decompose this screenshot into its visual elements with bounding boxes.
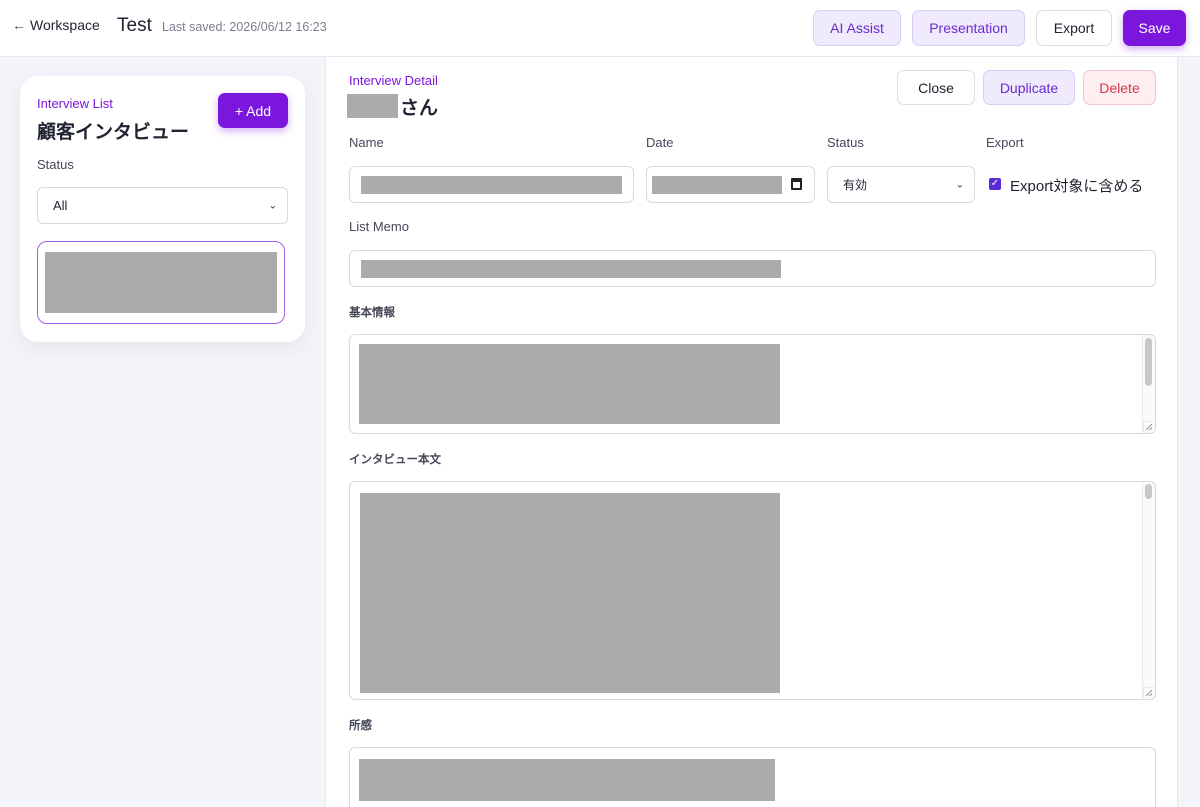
list-memo-label: List Memo xyxy=(349,219,409,234)
interview-list-eyebrow: Interview List xyxy=(37,96,113,111)
status-filter-value: All xyxy=(53,198,68,213)
date-input[interactable] xyxy=(646,166,815,203)
redacted-block xyxy=(361,260,781,278)
resize-handle-icon[interactable] xyxy=(1143,421,1154,432)
status-select-value: 有効 xyxy=(843,178,868,192)
back-to-workspace-link[interactable]: ← Workspace xyxy=(12,17,100,33)
interview-body-textarea[interactable] xyxy=(349,481,1156,700)
interview-body-label: インタビュー本文 xyxy=(349,454,441,466)
name-input[interactable] xyxy=(349,166,634,203)
top-bar: ← Workspace Test Last saved: 2026/06/12 1… xyxy=(0,0,1200,57)
last-saved-status: Last saved: 2026/06/12 16:23 xyxy=(162,20,327,34)
redacted-block xyxy=(45,252,277,313)
scrollbar-thumb[interactable] xyxy=(1145,484,1152,499)
calendar-icon[interactable] xyxy=(791,178,802,190)
interview-detail-panel: Interview Detail さん Close Duplicate Dele… xyxy=(325,57,1178,807)
document-title: Test xyxy=(117,15,152,36)
status-select[interactable]: 有効 ⌄ xyxy=(827,166,975,203)
interviewee-name-heading: さん xyxy=(347,94,439,119)
export-checkbox[interactable]: ✓ xyxy=(989,178,1001,190)
chevron-down-icon: ⌄ xyxy=(955,179,964,190)
redacted-block xyxy=(361,176,622,194)
name-field-label: Name xyxy=(349,135,384,150)
close-button[interactable]: Close xyxy=(897,70,975,105)
impressions-label: 所感 xyxy=(349,720,372,732)
status-field-label: Status xyxy=(827,135,864,150)
scrollbar-thumb[interactable] xyxy=(1145,338,1152,386)
redacted-block xyxy=(359,759,775,801)
redacted-block xyxy=(652,176,782,194)
date-field-label: Date xyxy=(646,135,674,150)
scrollbar[interactable] xyxy=(1142,335,1155,433)
interview-list-title: 顧客インタビュー xyxy=(37,122,190,143)
duplicate-button[interactable]: Duplicate xyxy=(983,70,1075,105)
back-link-label: Workspace xyxy=(30,17,100,33)
presentation-button[interactable]: Presentation xyxy=(912,10,1025,46)
interview-detail-eyebrow: Interview Detail xyxy=(349,73,438,88)
export-field-label: Export xyxy=(986,135,1024,150)
delete-button[interactable]: Delete xyxy=(1083,70,1156,105)
export-checkbox-label: Export対象に含める xyxy=(1010,178,1144,195)
impressions-textarea[interactable] xyxy=(349,747,1156,807)
status-filter-label: Status xyxy=(37,157,74,172)
resize-handle-icon[interactable] xyxy=(1143,687,1154,698)
name-suffix: さん xyxy=(400,97,439,119)
export-button[interactable]: Export xyxy=(1036,10,1112,46)
status-filter-select[interactable]: All ⌄ xyxy=(37,187,288,224)
basic-info-textarea[interactable] xyxy=(349,334,1156,434)
save-button[interactable]: Save xyxy=(1123,10,1186,46)
basic-info-label: 基本情報 xyxy=(349,307,395,319)
redacted-block xyxy=(347,94,398,118)
redacted-block xyxy=(360,493,780,693)
back-arrow-icon: ← xyxy=(12,17,26,33)
chevron-down-icon: ⌄ xyxy=(268,200,277,211)
redacted-block xyxy=(359,344,780,424)
interview-list-card: Interview List 顧客インタビュー + Add Status All… xyxy=(20,76,305,342)
ai-assist-button[interactable]: AI Assist xyxy=(813,10,901,46)
list-memo-input[interactable] xyxy=(349,250,1156,287)
add-interview-button[interactable]: + Add xyxy=(218,93,288,128)
scrollbar[interactable] xyxy=(1142,482,1155,699)
interview-list-item[interactable] xyxy=(37,241,285,324)
